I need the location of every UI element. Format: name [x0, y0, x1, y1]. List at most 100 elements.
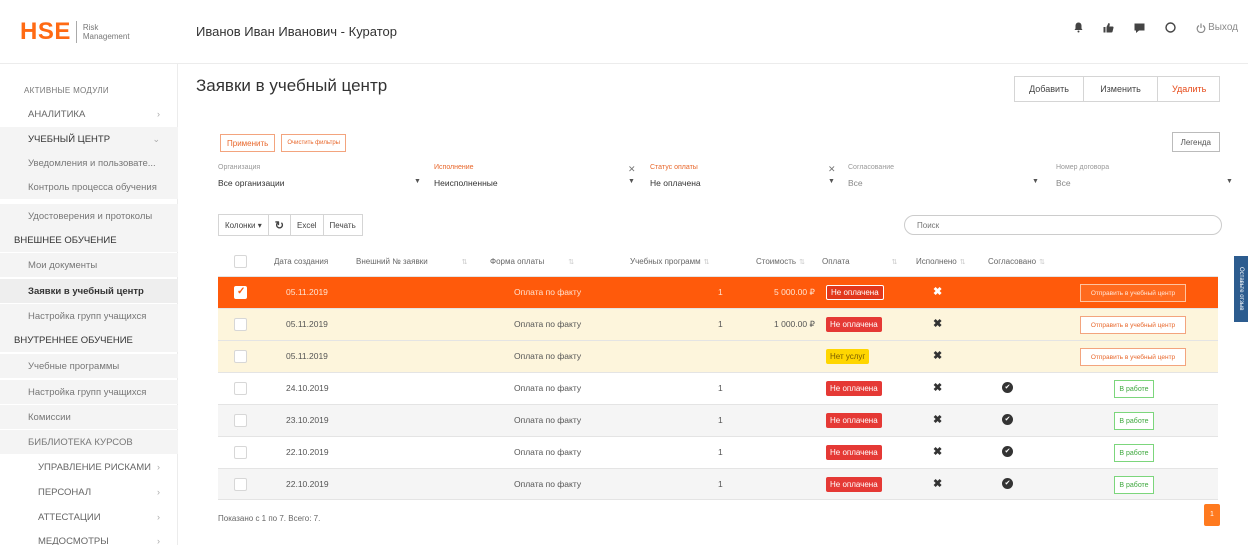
table-row[interactable]: 23.10.2019 Оплата по факту 1 Не оплачена… [218, 404, 1218, 436]
sidebar-item-requests[interactable]: Заявки в учебный центр [0, 279, 178, 303]
sidebar-item-training-center[interactable]: УЧЕБНЫЙ ЦЕНТР ⌄ [0, 127, 178, 151]
cell-cost: 1 000.00 ₽ [774, 319, 815, 329]
sidebar-item-notifications[interactable]: Уведомления и пользовате... [0, 151, 178, 175]
help-icon[interactable] [1165, 22, 1176, 33]
sidebar-item-my-documents[interactable]: Мои документы [0, 253, 178, 277]
sidebar-item-risk-management[interactable]: УПРАВЛЕНИЕ РИСКАМИ › [0, 455, 178, 479]
filter-execution[interactable]: Исполнение Неисполненные ✕ ▼ [434, 164, 640, 204]
requests-panel: Применить Очистить фильтры Легенда Орган… [196, 130, 1233, 540]
sidebar: АКТИВНЫЕ МОДУЛИ АНАЛИТИКА › УЧЕБНЫЙ ЦЕНТ… [0, 64, 178, 545]
column-cost[interactable]: Стоимость ⇅ [756, 257, 805, 266]
send-to-center-button[interactable]: Отправить в учебный центр [1080, 284, 1186, 302]
thumbs-up-icon[interactable] [1103, 22, 1114, 33]
in-progress-button[interactable]: В работе [1114, 380, 1154, 398]
edit-button[interactable]: Изменить [1084, 76, 1158, 102]
send-to-center-button[interactable]: Отправить в учебный центр [1080, 348, 1186, 366]
user-title: Иванов Иван Иванович - Куратор [196, 24, 397, 39]
sidebar-item-medical[interactable]: МЕДОСМОТРЫ › [0, 529, 178, 545]
clear-filters-button[interactable]: Очистить фильтры [281, 134, 346, 152]
row-checkbox[interactable] [234, 446, 247, 459]
cell-payment-form: Оплата по факту [514, 287, 582, 297]
send-to-center-button[interactable]: Отправить в учебный центр [1080, 316, 1186, 334]
top-icons: Выход [1074, 22, 1238, 33]
logout-link[interactable]: Выход [1196, 22, 1238, 33]
agreed-check-icon: ✔ [1002, 478, 1013, 489]
legend-button[interactable]: Легенда [1171, 132, 1220, 152]
not-done-icon: ✖ [933, 446, 943, 458]
row-checkbox[interactable] [234, 350, 247, 363]
row-checkbox[interactable] [234, 478, 247, 491]
page-button-1[interactable]: 1 [1204, 504, 1220, 526]
column-done[interactable]: Исполнено ⇅ [916, 257, 966, 266]
search-input[interactable] [904, 215, 1222, 235]
row-checkbox[interactable] [234, 286, 247, 299]
filter-agreement[interactable]: Согласование Все ▼ [848, 164, 1048, 204]
cell-payment-form: Оплата по факту [514, 351, 582, 361]
cell-date: 24.10.2019 [286, 383, 329, 393]
sidebar-item-groups-internal[interactable]: Настройка групп учащихся [0, 380, 178, 404]
column-external-number[interactable]: Внешний № заявки ⇅ [356, 257, 468, 266]
requests-table: Дата создания Внешний № заявки ⇅ Форма оп… [218, 246, 1218, 500]
sidebar-section-external[interactable]: ВНЕШНЕЕ ОБУЧЕНИЕ [0, 228, 178, 252]
column-payment-form[interactable]: Форма оплаты ⇅ [490, 257, 574, 266]
feedback-tab[interactable]: Оставьте отзыв [1234, 256, 1248, 322]
column-label: Внешний № заявки [356, 257, 428, 266]
column-label: Оплата [822, 257, 850, 266]
column-label: Форма оплаты [490, 257, 545, 266]
column-payment[interactable]: Оплата ⇅ [822, 257, 897, 266]
column-programs[interactable]: Учебных программ ⇅ [630, 257, 710, 266]
chat-icon[interactable] [1134, 23, 1145, 33]
sidebar-item-commissions[interactable]: Комиссии [0, 405, 178, 429]
logo-line-2: Management [82, 32, 130, 41]
sidebar-item-attestations[interactable]: АТТЕСТАЦИИ › [0, 505, 178, 529]
column-created[interactable]: Дата создания [274, 257, 328, 266]
sidebar-item-groups-external[interactable]: Настройка групп учащихся [0, 304, 178, 328]
refresh-icon[interactable]: ↻ [268, 214, 291, 236]
sidebar-item-training-control[interactable]: Контроль процесса обучения [0, 175, 178, 199]
clear-icon[interactable]: ✕ [628, 164, 636, 175]
print-button[interactable]: Печать [323, 214, 363, 236]
sidebar-item-certificates[interactable]: Удостоверения и протоколы [0, 204, 178, 228]
table-row[interactable]: 05.11.2019 Оплата по факту Нет услуг ✖ О… [218, 340, 1218, 372]
excel-button[interactable]: Excel [290, 214, 324, 236]
in-progress-button[interactable]: В работе [1114, 476, 1154, 494]
sidebar-item-label: Настройка групп учащихся [28, 386, 147, 398]
cell-programs: 1 [718, 447, 723, 457]
cell-cost: 5 000.00 ₽ [774, 287, 815, 297]
status-badge: Не оплачена [826, 381, 882, 396]
filter-organization[interactable]: Организация Все организации ▼ [218, 164, 424, 204]
in-progress-button[interactable]: В работе [1114, 444, 1154, 462]
columns-button[interactable]: Колонки ▾ [218, 214, 269, 236]
in-progress-button[interactable]: В работе [1114, 412, 1154, 430]
sidebar-item-personnel[interactable]: ПЕРСОНАЛ › [0, 480, 178, 504]
sidebar-item-programs[interactable]: Учебные программы [0, 354, 178, 378]
column-label: Стоимость [756, 257, 797, 266]
row-checkbox[interactable] [234, 318, 247, 331]
filter-value: Все [848, 178, 863, 188]
filter-payment-status[interactable]: Статус оплаты Не оплачена ✕ ▼ [650, 164, 846, 204]
logo[interactable]: HSE Risk Management [20, 18, 130, 46]
table-row[interactable]: 05.11.2019 Оплата по факту 1 5 000.00 ₽ … [218, 276, 1218, 308]
sort-icon: ⇅ [959, 259, 966, 266]
table-row[interactable]: 22.10.2019 Оплата по факту 1 Не оплачена… [218, 436, 1218, 468]
delete-button[interactable]: Удалить [1158, 76, 1220, 102]
logo-brand: HSE [20, 18, 71, 45]
main-content: Заявки в учебный центр Добавить Изменить… [178, 64, 1233, 545]
clear-icon[interactable]: ✕ [828, 164, 836, 175]
status-badge: Не оплачена [826, 477, 882, 492]
apply-filters-button[interactable]: Применить [220, 134, 276, 152]
sidebar-item-analytics[interactable]: АНАЛИТИКА › [0, 102, 178, 126]
column-agreed[interactable]: Согласовано ⇅ [988, 257, 1045, 266]
row-checkbox[interactable] [234, 382, 247, 395]
table-row[interactable]: 24.10.2019 Оплата по факту 1 Не оплачена… [218, 372, 1218, 404]
table-row[interactable]: 05.11.2019 Оплата по факту 1 1 000.00 ₽ … [218, 308, 1218, 340]
row-checkbox[interactable] [234, 414, 247, 427]
sidebar-section-internal[interactable]: ВНУТРЕННЕЕ ОБУЧЕНИЕ [0, 328, 178, 352]
sidebar-item-course-library[interactable]: БИБЛИОТЕКА КУРСОВ [0, 430, 178, 454]
select-all-checkbox[interactable] [234, 255, 247, 268]
filter-value: Все организации [218, 178, 285, 188]
bell-icon[interactable] [1074, 22, 1083, 33]
add-button[interactable]: Добавить [1014, 76, 1084, 102]
filter-contract-number[interactable]: Номер договора Все ▼ [1056, 164, 1236, 204]
table-row[interactable]: 22.10.2019 Оплата по факту 1 Не оплачена… [218, 468, 1218, 500]
